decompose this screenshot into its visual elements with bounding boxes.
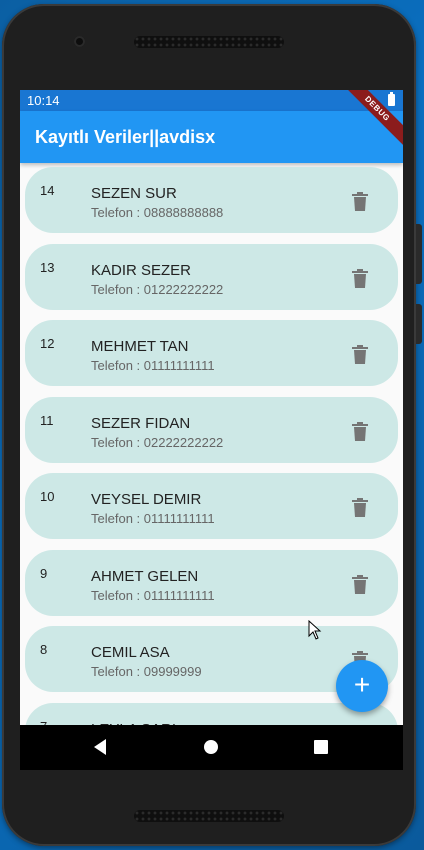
navigation-bar — [20, 725, 403, 770]
recents-icon[interactable] — [314, 740, 328, 754]
record-card[interactable]: 9 AHMET GELEN Telefon : 01111111111 — [25, 549, 398, 616]
record-name: KADIR SEZER — [91, 261, 192, 279]
record-name: CEMIL ASA — [91, 644, 170, 661]
record-phone: Telefon : 01111111111 — [91, 511, 215, 526]
mouse-cursor-icon — [308, 620, 322, 640]
screen: 10:14 DEBUG Kayıtlı Veriler||avdisx 14 SE… — [20, 90, 403, 770]
record-phone: Telefon : 01222222222 — [91, 281, 224, 297]
delete-trash-icon[interactable] — [352, 498, 368, 517]
front-camera — [74, 36, 85, 47]
record-name: SEZEN SUR — [91, 185, 177, 202]
record-id: 12 — [40, 336, 55, 351]
record-id: 13 — [40, 259, 55, 275]
record-card[interactable]: 13 KADIR SEZER Telefon : 01222222222 — [25, 243, 398, 310]
add-button[interactable]: + — [336, 660, 388, 712]
record-phone: Telefon : 08888888888 — [91, 205, 224, 220]
back-icon[interactable] — [94, 739, 106, 755]
status-bar: 10:14 — [20, 90, 403, 111]
record-id: 8 — [40, 642, 48, 657]
app-bar: Kayıtlı Veriler||avdisx — [20, 111, 403, 163]
bottom-speaker — [134, 810, 284, 822]
record-name: MEHMET TAN — [91, 338, 189, 355]
record-name: SEZER FIDAN — [91, 414, 191, 432]
top-speaker — [134, 36, 284, 48]
record-card[interactable]: 11 SEZER FIDAN Telefon : 02222222222 — [25, 396, 398, 463]
delete-trash-icon[interactable] — [352, 421, 368, 441]
record-phone: Telefon : 09999999 — [91, 664, 202, 679]
app-title: Kayıtlı Veriler||avdisx — [35, 127, 216, 147]
home-icon[interactable] — [204, 740, 218, 754]
record-id: 9 — [40, 565, 48, 581]
power-button — [416, 304, 422, 344]
delete-trash-icon[interactable] — [352, 345, 368, 364]
record-card[interactable]: 10 VEYSEL DEMIR Telefon : 01111111111 — [25, 473, 398, 539]
record-name: AHMET GELEN — [91, 567, 199, 585]
record-name: VEYSEL DEMIR — [91, 491, 202, 508]
phone-frame: 10:14 DEBUG Kayıtlı Veriler||avdisx 14 SE… — [2, 4, 422, 846]
record-id: 11 — [40, 412, 54, 428]
record-card[interactable]: 12 MEHMET TAN Telefon : 01111111111 — [25, 320, 398, 386]
record-id: 14 — [40, 183, 55, 198]
delete-trash-icon[interactable] — [352, 192, 368, 211]
records-list[interactable]: 14 SEZEN SUR Telefon : 08888888888 13 KADIR … — [20, 163, 403, 725]
record-phone: Telefon : 02222222222 — [91, 434, 224, 450]
battery-icon — [388, 92, 395, 106]
record-phone: Telefon : 01111111111 — [91, 587, 215, 603]
delete-trash-icon[interactable] — [352, 268, 368, 288]
record-id: 10 — [40, 489, 55, 504]
record-phone: Telefon : 01111111111 — [91, 358, 215, 373]
delete-trash-icon[interactable] — [352, 574, 368, 594]
add-icon: + — [353, 669, 371, 700]
record-card[interactable]: 7LEYLA SARI — [25, 702, 398, 725]
record-card[interactable]: 14 SEZEN SUR Telefon : 08888888888 — [25, 167, 398, 233]
status-time: 10:14 — [27, 93, 60, 108]
volume-button — [416, 224, 422, 284]
